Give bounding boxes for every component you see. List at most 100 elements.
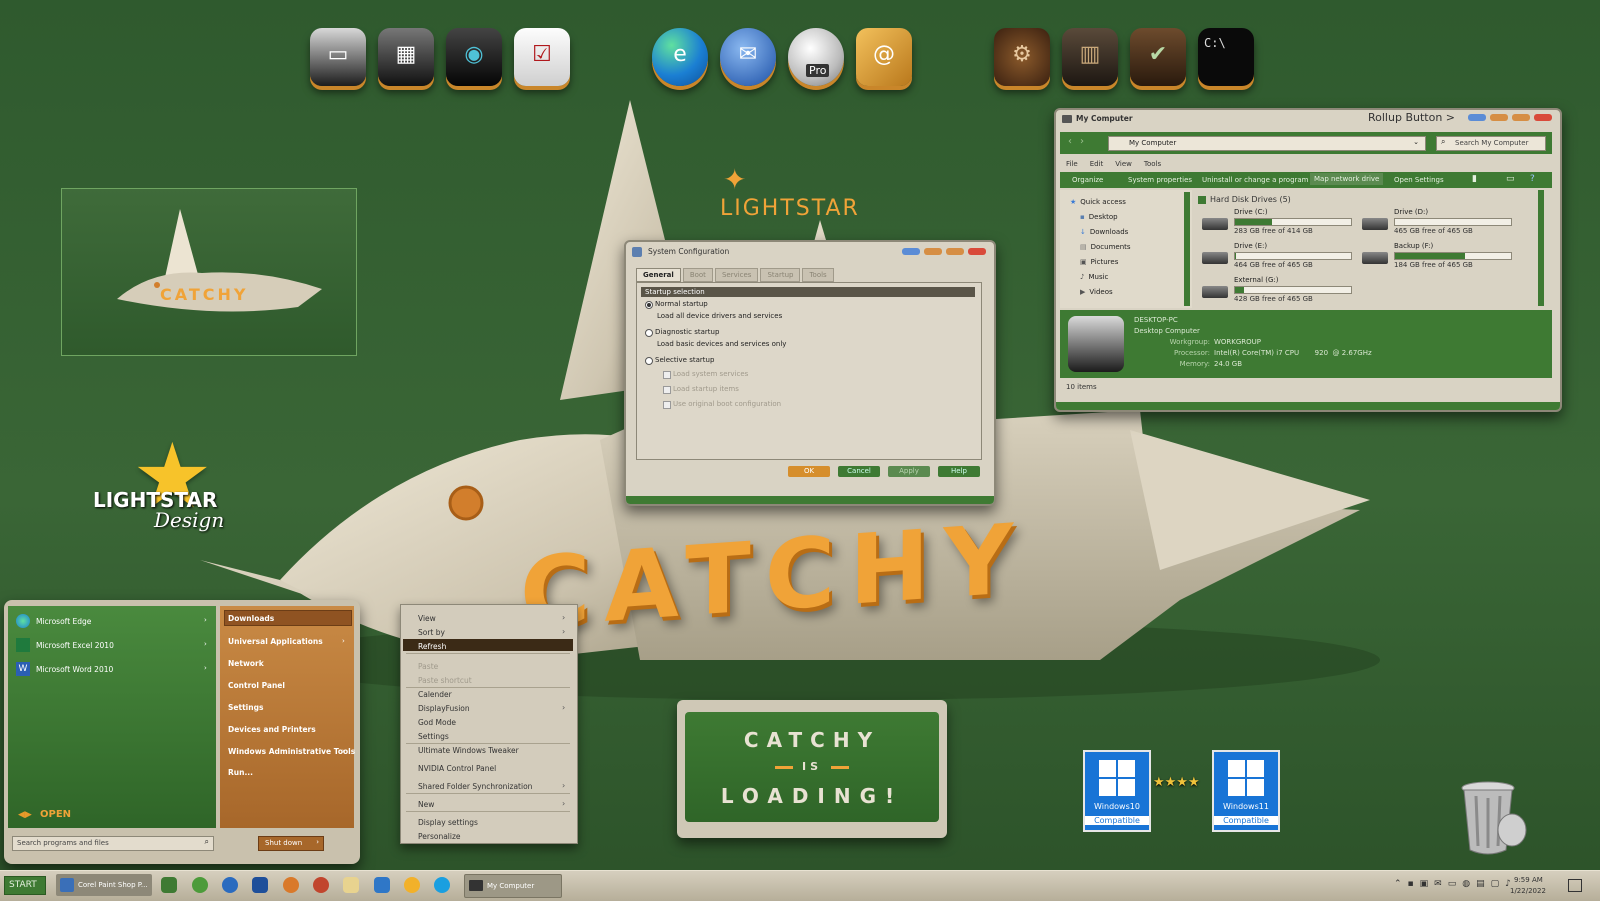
- nav-videos[interactable]: ▶ Videos: [1080, 288, 1113, 296]
- context-menu-item[interactable]: Personalize: [418, 832, 461, 841]
- app-green-icon[interactable]: [161, 877, 177, 893]
- clock-time[interactable]: 9:59 AM: [1514, 876, 1543, 884]
- view-options-icon[interactable]: ▮: [1472, 174, 1477, 184]
- cloud-icon[interactable]: [192, 877, 208, 893]
- tray-network-icon[interactable]: ▣: [1420, 879, 1429, 889]
- edge-icon[interactable]: e: [652, 28, 708, 86]
- menu-view[interactable]: View: [1115, 160, 1132, 168]
- nav-downloads[interactable]: ↓ Downloads: [1080, 228, 1128, 236]
- chevron-down-icon[interactable]: ⌄: [1413, 138, 1419, 146]
- tray-mail-icon[interactable]: ✉: [1434, 879, 1442, 889]
- load-system-services-checkbox[interactable]: [663, 371, 671, 379]
- compass-icon[interactable]: [283, 877, 299, 893]
- start-right-devices-printers[interactable]: Devices and Printers: [228, 725, 316, 734]
- settings-gear-icon[interactable]: ⚙: [994, 28, 1050, 86]
- close-button[interactable]: [968, 248, 986, 255]
- drive-tile[interactable]: Backup (F:) 184 GB free of 465 GB: [1362, 242, 1512, 272]
- help-icon[interactable]: ?: [1530, 174, 1535, 184]
- drive-tile[interactable]: External (G:) 428 GB free of 465 GB: [1202, 276, 1352, 306]
- start-right-admin-tools[interactable]: Windows Administrative Tools: [228, 747, 355, 756]
- context-menu-item[interactable]: Calender: [418, 690, 452, 699]
- start-button[interactable]: START: [4, 876, 46, 895]
- back-icon[interactable]: ‹: [1068, 136, 1072, 147]
- pinned-word[interactable]: W Microsoft Word 2010: [16, 662, 113, 676]
- maximize-button[interactable]: [1490, 114, 1508, 121]
- window-icon[interactable]: [374, 877, 390, 893]
- ok-button[interactable]: OK: [788, 466, 830, 477]
- media-player-icon[interactable]: [343, 877, 359, 893]
- open-label[interactable]: OPEN: [40, 809, 71, 820]
- context-menu-item[interactable]: NVIDIA Control Panel: [418, 764, 496, 773]
- shutdown-button[interactable]: Shut down ›: [258, 836, 324, 851]
- network-icon[interactable]: ◉: [446, 28, 502, 86]
- tray-display-icon[interactable]: ▭: [1448, 879, 1457, 889]
- normal-startup-radio[interactable]: [645, 301, 653, 309]
- cancel-button[interactable]: Cancel: [838, 466, 880, 477]
- tab-general[interactable]: General: [636, 268, 681, 282]
- tray-monitor-icon[interactable]: ▢: [1491, 879, 1500, 889]
- taskbar-app-corel[interactable]: Corel Paint Shop P...: [56, 874, 152, 896]
- address-box[interactable]: My Computer ⌄: [1108, 136, 1426, 151]
- uninstall-button[interactable]: Uninstall or change a program: [1202, 176, 1309, 184]
- context-menu-item[interactable]: Ultimate Windows Tweaker: [418, 746, 519, 755]
- nav-music[interactable]: ♪ Music: [1080, 273, 1108, 281]
- apply-button[interactable]: Apply: [888, 466, 930, 477]
- rollup-button[interactable]: [924, 248, 942, 255]
- context-menu-item[interactable]: Display settings: [418, 818, 478, 827]
- notification-icon[interactable]: [1568, 879, 1582, 892]
- context-menu-item[interactable]: DisplayFusion: [418, 704, 470, 713]
- tab-services[interactable]: Services: [714, 268, 759, 282]
- start-search-input[interactable]: Search programs and files ⌕: [12, 836, 214, 851]
- drives-scrollbar[interactable]: [1538, 190, 1544, 306]
- clock-date[interactable]: 1/22/2022: [1510, 887, 1546, 895]
- search-box[interactable]: ⌕ Search My Computer: [1436, 136, 1546, 151]
- forward-icon[interactable]: ›: [1080, 136, 1084, 147]
- organize-button[interactable]: Organize: [1072, 176, 1103, 184]
- original-boot-checkbox[interactable]: [663, 401, 671, 409]
- open-settings-button[interactable]: Open Settings: [1394, 176, 1444, 184]
- tray-globe-icon[interactable]: ◍: [1462, 879, 1470, 889]
- start-right-settings[interactable]: Settings: [228, 703, 263, 712]
- layers-icon[interactable]: [252, 877, 268, 893]
- context-menu-item[interactable]: New: [418, 800, 434, 809]
- selective-startup-radio[interactable]: [645, 357, 653, 365]
- map-network-drive-button[interactable]: Map network drive: [1310, 173, 1384, 185]
- book-icon[interactable]: ▥: [1062, 28, 1118, 86]
- paint-icon[interactable]: [313, 877, 329, 893]
- device-manager-icon[interactable]: ▦: [378, 28, 434, 86]
- minimize-button[interactable]: [902, 248, 920, 255]
- tab-boot[interactable]: Boot: [682, 268, 713, 282]
- monitor-icon[interactable]: ▭: [310, 28, 366, 86]
- drive-tile[interactable]: Drive (D:) 465 GB free of 465 GB: [1362, 208, 1512, 238]
- start-right-universal-apps[interactable]: Universal Applications: [228, 637, 323, 646]
- chevron-up-icon[interactable]: ⌃: [1394, 879, 1402, 889]
- context-menu-item[interactable]: Settings: [418, 732, 449, 741]
- nav-documents[interactable]: ▤ Documents: [1080, 243, 1131, 251]
- rollup-button[interactable]: [1512, 114, 1530, 121]
- context-menu-item[interactable]: God Mode: [418, 718, 456, 727]
- address-book-icon[interactable]: @: [856, 28, 912, 86]
- shutdown-arrow-icon[interactable]: ›: [316, 838, 319, 846]
- start-right-control-panel[interactable]: Control Panel: [228, 681, 285, 690]
- close-button[interactable]: [1534, 114, 1552, 121]
- minimize-button[interactable]: [1468, 114, 1486, 121]
- taskbar-app-mycomputer[interactable]: My Computer: [464, 874, 562, 898]
- context-menu-item[interactable]: View: [418, 614, 436, 623]
- tray-app-icon[interactable]: ▪: [1408, 879, 1414, 889]
- preview-pane-icon[interactable]: ▭: [1506, 174, 1515, 184]
- tab-tools[interactable]: Tools: [802, 268, 834, 282]
- drive-tile[interactable]: Drive (C:) 283 GB free of 414 GB: [1202, 208, 1352, 238]
- nav-desktop[interactable]: ▪ Desktop: [1080, 213, 1118, 221]
- globe-icon[interactable]: [222, 877, 238, 893]
- tab-startup[interactable]: Startup: [760, 268, 801, 282]
- chrome-icon[interactable]: [404, 877, 420, 893]
- pinned-edge[interactable]: Microsoft Edge: [16, 614, 91, 628]
- context-menu-item[interactable]: Refresh: [418, 642, 446, 651]
- recycle-bin-icon[interactable]: [1458, 778, 1530, 858]
- diagnostic-startup-radio[interactable]: [645, 329, 653, 337]
- start-right-run[interactable]: Run...: [228, 768, 253, 777]
- menu-file[interactable]: File: [1066, 160, 1078, 168]
- cmd-icon[interactable]: C:\: [1198, 28, 1254, 86]
- help-button[interactable]: Help: [938, 466, 980, 477]
- maximize-button[interactable]: [946, 248, 964, 255]
